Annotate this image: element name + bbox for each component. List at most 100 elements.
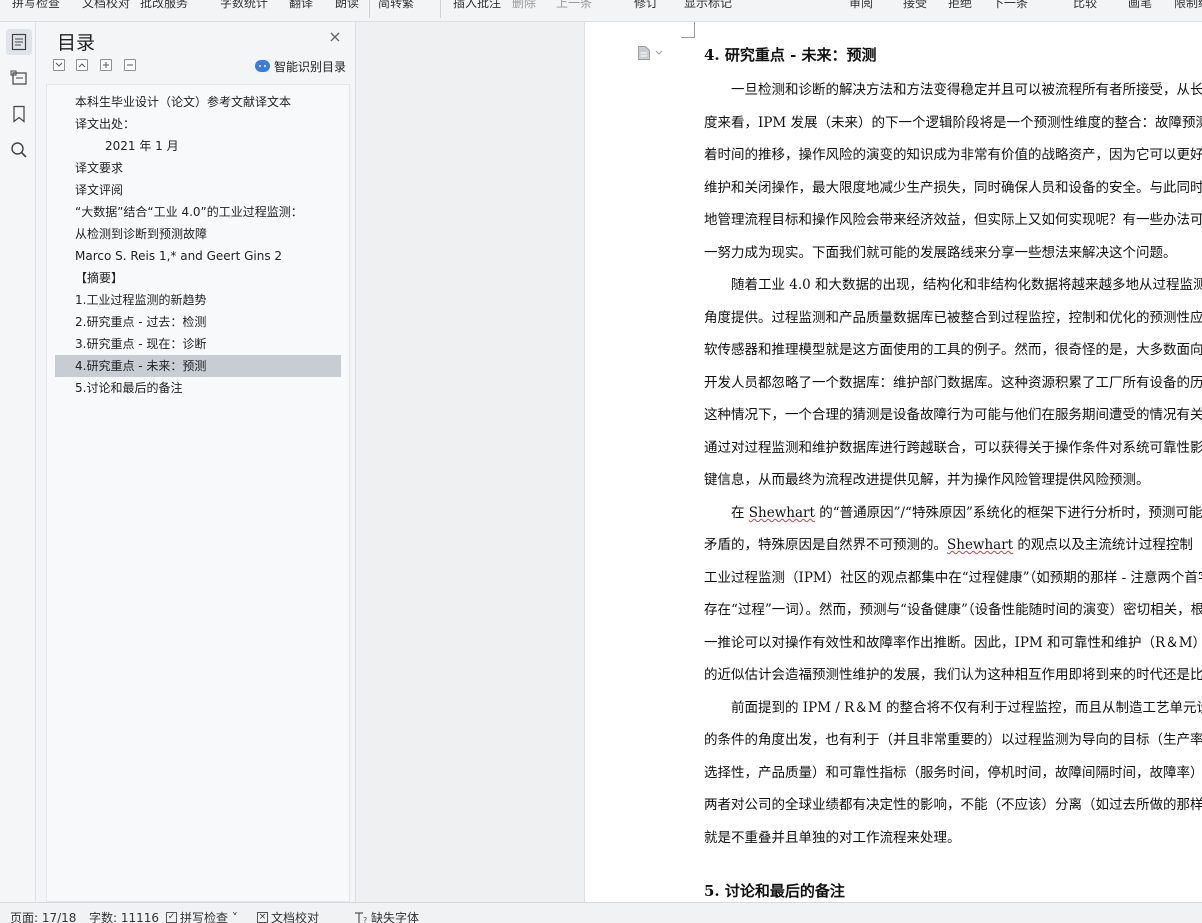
ribbon-show-markup[interactable]: 显示标记 ˅ [684, 0, 742, 11]
text-run: 的“普通原因”/“特殊原因”系统化的框架下进行分析时，预测可能看起来是 [819, 505, 1202, 521]
body-line: 一旦检测和诊断的解决方法和方法变得稳定并且可以被流程所有者所接受，从长远的角 [731, 82, 1202, 98]
document-page[interactable]: 4. 研究重点 - 未来：预测 一旦检测和诊断的解决方法和方法变得稳定并且可以被… [584, 22, 1202, 902]
text-run: 的观点以及主流统计过程控制（SPC）和 [1017, 537, 1202, 553]
toc-list: 本科生毕业设计（论文）参考文献译文本 译文出处： 2021 年 1 月 译文要求… [46, 84, 350, 902]
heading-4: 4. 研究重点 - 未来：预测 [704, 46, 877, 64]
toc-item[interactable]: Marco S. Reis 1,* and Geert Gins 2 [55, 245, 341, 267]
review-ribbon: 拼写检查 ˅ 文档校对 批改服务 ˅ 字数统计 翻译 ˅ 朗读 简转繁 插入批注… [0, 0, 1202, 22]
doc-proof-toggle[interactable]: × 文档校对 [257, 909, 319, 923]
body-line: 度来看，IPM 发展（未来）的下一个逻辑阶段将是一个预测性维度的整合：故障预测。… [704, 115, 1202, 131]
toc-item[interactable]: 译文出处： [55, 113, 341, 135]
body-line: 两者对公司的全球业绩都有决定性的影响，不能（不应该）分离（如过去所做的那样），也 [704, 797, 1202, 813]
ribbon-divider [369, 0, 370, 18]
body-line: 前面提到的 IPM / R＆M 的整合将不仅有利于过程监控，而且从制造工艺单元设… [731, 700, 1202, 716]
navigation-icon-strip [0, 22, 36, 902]
margin-corner-mark [681, 22, 695, 38]
body-line: 一推论可以对操作有效性和故障率作出推断。因此，IPM 和可靠性和维护（R＆M）领… [704, 635, 1202, 651]
expand-all-icon[interactable] [53, 59, 65, 71]
spell-error-word[interactable]: Shewhart [947, 537, 1013, 553]
collapse-all-icon[interactable] [76, 59, 88, 71]
ribbon-track-changes[interactable]: 修订 ˅ [634, 0, 668, 11]
toc-item[interactable]: 2021 年 1 月 [55, 135, 341, 157]
body-line: 着时间的推移，操作风险的演变的知识成为非常有价值的战略资产，因为它可以更好地规划 [704, 147, 1202, 163]
toc-item[interactable]: 5.讨论和最后的备注 [55, 377, 341, 399]
toc-item[interactable]: “大数据”结合“工业 4.0”的工业过程监测： [55, 201, 341, 223]
spell-check-label: 拼写检查 ˅ [180, 911, 238, 923]
text-run: 矛盾的，特殊原因是自然界不可预测的。 [704, 537, 947, 553]
missing-font-label: 缺失字体 [371, 911, 420, 923]
ribbon-to-traditional[interactable]: 简转繁 [378, 0, 414, 11]
font-warning-icon: ? [355, 911, 367, 923]
ribbon-spell-check[interactable]: 拼写检查 ˅ [12, 0, 70, 11]
ribbon-insert-comment[interactable]: 插入批注 [453, 0, 501, 11]
body-line: 地管理流程目标和操作风险会带来经济效益，但实际上又如何实现呢？有一些办法可以让这 [704, 212, 1202, 228]
toc-item[interactable]: 2.研究重点 - 过去：检测 [55, 311, 341, 333]
search-icon[interactable] [6, 137, 32, 163]
body-line: 开发人员都忽略了一个数据库：维护部门数据库。这种资源积累了工厂所有设备的历史。在 [704, 375, 1202, 391]
close-icon[interactable]: × [328, 29, 342, 45]
toc-view-icon[interactable] [6, 29, 32, 55]
body-line: 的近似估计会造福预测性维护的发展，我们认为这种相互作用即将到来的时代还是比较近的… [704, 667, 1202, 683]
spell-check-toggle[interactable]: ✓ 拼写检查 ˅ [166, 909, 238, 923]
ribbon-translate[interactable]: 翻译 ˅ [289, 0, 323, 11]
body-line: 一努力成为现实。下面我们就可能的发展路线来分享一些想法来解决这个问题。 [704, 245, 1177, 261]
toc-item[interactable]: 3.研究重点 - 现在：诊断 [55, 333, 341, 355]
add-heading-icon[interactable] [100, 59, 112, 71]
body-line: 通过对过程监测和维护数据库进行跨越联合，可以获得关于操作条件对系统可靠性影响的关 [704, 440, 1202, 456]
doc-proof-label: 文档校对 [271, 911, 320, 923]
ribbon-read-aloud[interactable]: 朗读 [335, 0, 359, 11]
toc-item[interactable]: 1.工业过程监测的新趋势 [55, 289, 341, 311]
body-line: 矛盾的，特殊原因是自然界不可预测的。Shewhart 的观点以及主流统计过程控制… [704, 533, 1202, 553]
status-bar: 页面: 17/18 字数: 11116 ✓ 拼写检查 ˅ × 文档校对 ? 缺失… [0, 902, 1202, 923]
word-processor-window: 拼写检查 ˅ 文档校对 批改服务 ˅ 字数统计 翻译 ˅ 朗读 简转繁 插入批注… [0, 0, 1202, 923]
heading-5: 5. 讨论和最后的备注 [704, 882, 845, 900]
ribbon-next-change[interactable]: 下一条 [992, 0, 1028, 11]
toc-item[interactable]: 本科生毕业设计（论文）参考文献译文本 [55, 91, 341, 113]
chapter-nav-icon[interactable] [6, 64, 32, 90]
toc-item-selected[interactable]: 4.研究重点 - 未来：预测 [55, 355, 341, 377]
missing-font-button[interactable]: ? 缺失字体 [354, 909, 419, 923]
smart-toc-label: 智能识别目录 [274, 59, 347, 74]
ribbon-divider [440, 0, 441, 18]
ribbon-restrict-edit[interactable]: 限制编辑 [1174, 0, 1202, 11]
ribbon-word-count[interactable]: 字数统计 [220, 0, 268, 11]
toc-title: 目录 [57, 32, 96, 54]
body-line: 键信息，从而最终为流程改进提供见解，并为操作风险管理提供风险预测。 [704, 472, 1150, 488]
document-gutter [356, 22, 584, 902]
word-count[interactable]: 字数: 11116 [89, 909, 159, 923]
body-line: 选择性，产品质量）和可靠性指标（服务时间，停机时间，故障间隔时间，故障率）的调和… [704, 765, 1202, 781]
text-run: 在 [731, 505, 749, 521]
ribbon-prev-comment[interactable]: 上一条 [556, 0, 592, 11]
ribbon-review[interactable]: 审阅 ˅ [849, 0, 883, 11]
body-line: 随着工业 4.0 和大数据的出现，结构化和非结构化数据将越来越多地从过程监测的各… [731, 277, 1202, 293]
smart-toc-button[interactable]: 智能识别目录 [255, 58, 346, 74]
spell-error-word[interactable]: Shewhart [749, 505, 815, 521]
toc-item[interactable]: 译文评阅 [55, 179, 341, 201]
toc-item[interactable]: 从检测到诊断到预测故障 [55, 223, 341, 245]
body-line: 存在“过程”一词）。然而，预测与“设备健康”（设备性能随时间的演变）密切相关，根… [704, 602, 1202, 618]
checkbox-icon: ✓ [166, 912, 177, 923]
ribbon-doc-proof[interactable]: 文档校对 [82, 0, 130, 11]
body-line: 软传感器和推理模型就是这方面使用的工具的例子。然而，很奇怪的是，大多数面向过程的 [704, 342, 1202, 358]
body-line: 维护和关闭操作，最大限度地减少生产损失，同时确保人员和设备的安全。与此同时，更好 [704, 180, 1202, 196]
ribbon-grading-service[interactable]: 批改服务 ˅ [140, 0, 198, 11]
body-line: 就是不重叠并且单独的对工作流程来处理。 [704, 830, 961, 846]
svg-text:?: ? [363, 916, 367, 923]
ribbon-compare[interactable]: 比较 ˅ [1073, 0, 1107, 11]
page-indicator[interactable]: 页面: 17/18 [10, 909, 76, 923]
toc-panel: 目录 × 智能识别目录 本科生毕业设计（论文）参考文献译文本 译文出处： 202… [36, 22, 356, 902]
body-line: 在 Shewhart 的“普通原因”/“特殊原因”系统化的框架下进行分析时，预测… [731, 501, 1202, 521]
ai-bubble-icon [255, 60, 270, 72]
body-line: 的条件的角度出发，也有利于（并且非常重要的）以过程监测为导向的目标（生产率，产率… [704, 732, 1202, 748]
remove-heading-icon[interactable] [124, 59, 136, 71]
ribbon-reject[interactable]: 拒绝 ˅ [948, 0, 982, 11]
bookmark-icon[interactable] [6, 101, 32, 127]
ribbon-delete-comment[interactable]: 删除 ˅ [512, 0, 546, 11]
toc-item[interactable]: 【摘要】 [55, 267, 341, 289]
ribbon-pen[interactable]: 画笔 [1128, 0, 1152, 11]
proof-icon: × [257, 912, 268, 923]
paragraph-menu-icon[interactable] [637, 44, 667, 62]
body-line: 角度提供。过程监测和产品质量数据库已被整合到过程监控，控制和优化的预测性应用中， [704, 310, 1202, 326]
ribbon-accept[interactable]: 接受 ˅ [903, 0, 937, 11]
toc-item[interactable]: 译文要求 [55, 157, 341, 179]
